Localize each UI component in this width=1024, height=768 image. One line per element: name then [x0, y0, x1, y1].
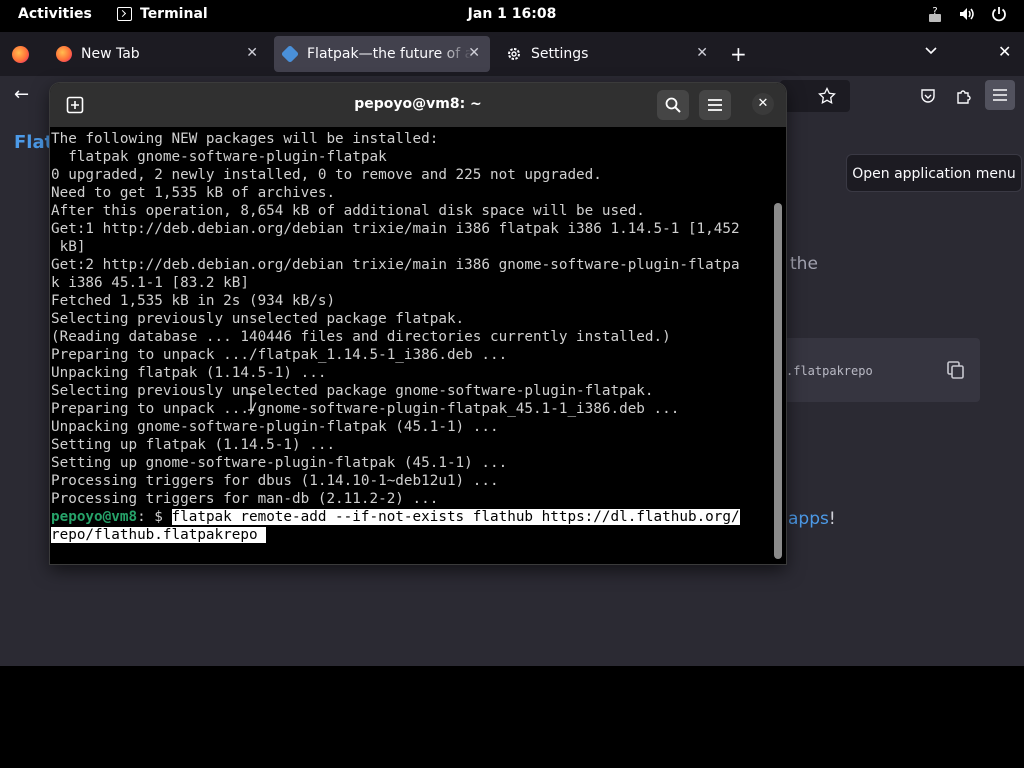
terminal-output[interactable]: The following NEW packages will be insta… [51, 130, 773, 564]
gear-icon [508, 48, 520, 60]
prompt-line: pepoyo@vm8: $ flatpak remote-add --if-no… [51, 508, 773, 526]
terminal-line: kB] [51, 239, 86, 255]
page-text: the [790, 254, 818, 274]
terminal-line: Fetched 1,535 kB in 2s (934 kB/s) [51, 293, 336, 309]
terminal-window[interactable]: pepoyo@vm8: ~ ✕ The following NEW packag… [50, 83, 786, 564]
selected-command-text[interactable]: flatpak remote-add --if-not-exists flath… [171, 509, 740, 525]
back-arrow-icon[interactable]: ← [14, 84, 29, 105]
terminal-line: Setting up gnome-software-plugin-flatpak… [51, 455, 508, 471]
terminal-line: Get:1 http://deb.debian.org/debian trixi… [51, 221, 740, 237]
terminal-headerbar[interactable]: pepoyo@vm8: ~ ✕ [50, 83, 786, 127]
prompt-user: pepoyo@vm8 [51, 509, 138, 525]
tab-label: Flatpak—the future of apps [307, 46, 472, 62]
new-tab-icon[interactable] [62, 92, 88, 118]
extensions-puzzle-icon[interactable] [954, 86, 974, 106]
terminal-line: Get:2 http://deb.debian.org/debian trixi… [51, 257, 740, 273]
close-icon[interactable]: ✕ [468, 45, 480, 61]
tooltip: Open application menu [846, 154, 1022, 192]
terminal-line: k i386 45.1-1 [83.2 kB] [51, 275, 249, 291]
flatpak-icon [280, 44, 300, 64]
terminal-line: 0 upgraded, 2 newly installed, 0 to remo… [51, 167, 602, 183]
close-icon[interactable]: ✕ [752, 93, 774, 115]
clock[interactable]: Jan 1 16:08 [468, 6, 557, 22]
url-bar[interactable] [780, 80, 850, 112]
power-icon[interactable] [990, 5, 1008, 23]
scrollbar[interactable] [774, 203, 782, 559]
prompt-line-continued: repo/flathub.flatpakrepo [51, 526, 773, 544]
top-bar: Activities Terminal Jan 1 16:08 ? [0, 0, 1024, 32]
app-name: Terminal [140, 6, 208, 22]
copy-icon[interactable] [946, 360, 966, 380]
terminal-line: Setting up flatpak (1.14.5-1) ... [51, 437, 336, 453]
close-icon[interactable]: ✕ [246, 45, 258, 61]
firefox-view-icon[interactable] [12, 46, 29, 63]
terminal-line: After this operation, 8,654 kB of additi… [51, 203, 645, 219]
tab-flatpak[interactable]: Flatpak—the future of apps ✕ [274, 36, 490, 72]
search-icon[interactable] [657, 90, 689, 120]
accessibility-icon[interactable]: ? [926, 5, 944, 23]
terminal-line: Selecting previously unselected package … [51, 383, 654, 399]
terminal-line: Preparing to unpack .../flatpak_1.14.5-1… [51, 347, 508, 363]
terminal-line: Processing triggers for dbus (1.14.10-1~… [51, 473, 499, 489]
selected-command-text[interactable]: repo/flathub.flatpakrepo [51, 527, 267, 543]
tab-label: Settings [531, 46, 589, 62]
link-suffix: ! [828, 509, 836, 529]
prompt-symbol: : $ [137, 509, 172, 525]
tab-settings[interactable]: Settings ✕ [496, 36, 718, 72]
close-icon[interactable]: ✕ [696, 45, 708, 61]
tab-strip: New Tab ✕ Flatpak—the future of apps ✕ S… [0, 32, 1024, 76]
desktop: Activities Terminal Jan 1 16:08 ? New Ta… [0, 0, 1024, 768]
link-text[interactable]: apps [788, 509, 829, 529]
code-text: .flatpakrepo [786, 364, 873, 378]
terminal-line: Selecting previously unselected package … [51, 311, 465, 327]
hamburger-menu-icon[interactable] [699, 90, 731, 120]
terminal-line: Need to get 1,535 kB of archives. [51, 185, 336, 201]
terminal-line: Unpacking flatpak (1.14.5-1) ... [51, 365, 327, 381]
terminal-line: Processing triggers for man-db (2.11.2-2… [51, 491, 439, 507]
terminal-icon [117, 7, 132, 21]
page-heading[interactable]: Flat [14, 132, 53, 153]
text-cursor-icon [248, 393, 254, 411]
svg-text:?: ? [932, 6, 937, 17]
close-window-button[interactable]: ✕ [998, 42, 1011, 61]
activities-button[interactable]: Activities [18, 6, 92, 22]
code-block: .flatpakrepo [770, 338, 980, 402]
app-menu[interactable]: Terminal [117, 6, 208, 22]
system-tray[interactable]: ? [926, 5, 1008, 23]
terminal-line: The following NEW packages will be insta… [51, 131, 439, 147]
terminal-line: flatpak gnome-software-plugin-flatpak [51, 149, 387, 165]
new-tab-button[interactable]: + [730, 42, 747, 66]
pocket-icon[interactable] [918, 86, 938, 106]
terminal-line: Unpacking gnome-software-plugin-flatpak … [51, 419, 499, 435]
firefox-icon [56, 46, 72, 62]
volume-icon[interactable] [958, 5, 976, 23]
hamburger-menu-icon[interactable] [985, 80, 1015, 110]
chevron-down-icon[interactable] [924, 44, 938, 58]
terminal-line: Preparing to unpack .../gnome-software-p… [51, 401, 680, 417]
tab-label: New Tab [81, 46, 140, 62]
terminal-line: (Reading database ... 140446 files and d… [51, 329, 671, 345]
tab-new-tab[interactable]: New Tab ✕ [44, 36, 268, 72]
page-link[interactable]: apps! [788, 509, 836, 529]
bookmark-star-icon[interactable] [817, 86, 837, 106]
